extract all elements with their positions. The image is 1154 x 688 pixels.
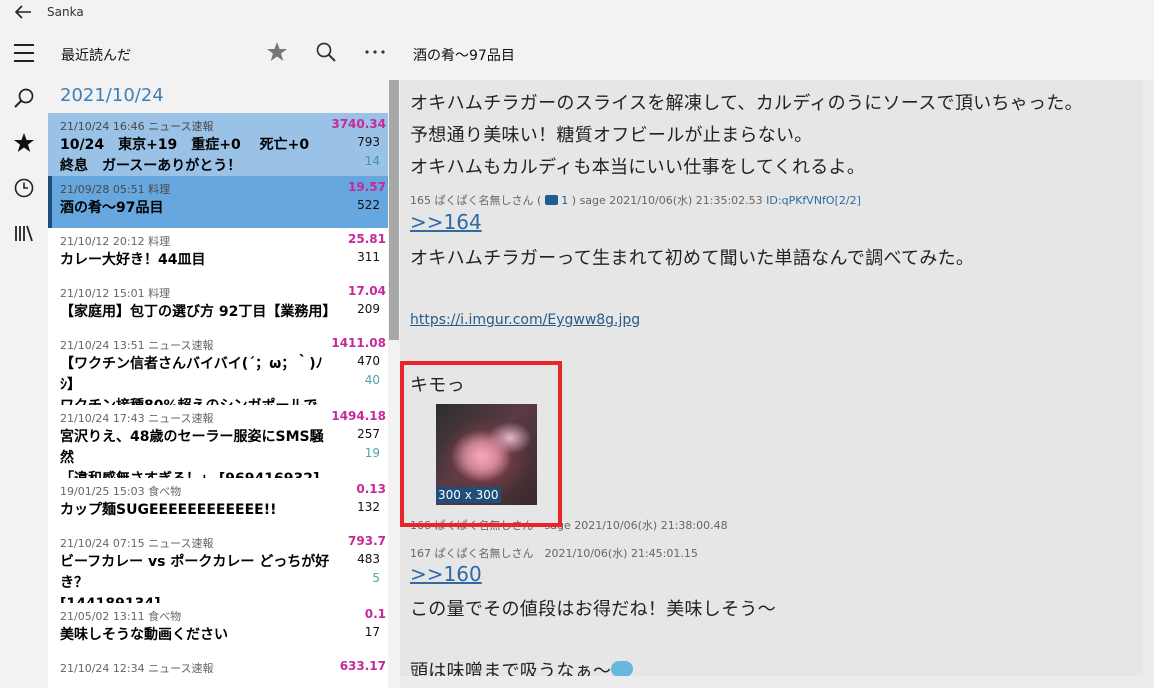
- post-header-text: ) sage 2021/10/06(水) 21:35:02.53: [571, 194, 763, 207]
- item-count: 522: [357, 198, 380, 212]
- list-item[interactable]: 21/10/24 13:51 ニュース速報 【ワクチン信者さんバイバイ(´；ω；…: [48, 332, 388, 435]
- post-header: 167 ぱくぱく名無しさん 2021/10/06(水) 21:45:01.15: [410, 547, 698, 560]
- poster-id[interactable]: ID:qPKfVNfO[2/2]: [766, 194, 861, 207]
- post-header: 165 ぱくぱく名無しさん ( 1 ) sage 2021/10/06(水) 2…: [410, 192, 861, 208]
- item-meta: 21/10/24 07:15 ニュース速報: [60, 537, 214, 550]
- nav-rail: [0, 26, 48, 688]
- post-header-text: 165 ぱくぱく名無しさん (: [410, 194, 542, 207]
- list-item[interactable]: 21/10/12 15:01 料理 【家庭用】包丁の選び方 92丁目【業務用】 …: [48, 280, 388, 332]
- item-ikioi: 25.81: [348, 232, 386, 246]
- back-arrow-icon[interactable]: [14, 4, 34, 22]
- reply-anchor-link[interactable]: >>160: [410, 562, 482, 586]
- list-item[interactable]: 19/01/25 15:03 食べ物 カップ麺SUGEEEEEEEEEEEE!!…: [48, 478, 388, 530]
- item-title: カレー大好き！44皿目: [60, 252, 206, 268]
- item-ikioi: 19.57: [348, 180, 386, 194]
- reply-bubble-icon[interactable]: [544, 195, 558, 205]
- item-title: 【家庭用】包丁の選び方 92丁目【業務用】: [60, 304, 330, 320]
- list-item[interactable]: 21/10/24 16:46 ニュース速報 10/24 東京+19 重症+0 死…: [48, 113, 388, 195]
- highlight-box: [400, 361, 562, 527]
- list-item[interactable]: 21/05/02 13:11 食べ物 美味しそうな動画ください 0.1 17: [48, 603, 388, 655]
- list-item[interactable]: 21/10/24 12:34 ニュース速報 633.17: [48, 655, 388, 688]
- item-title: 酒の肴～97品目: [60, 200, 164, 216]
- list-title: 最近読んだ: [61, 48, 131, 64]
- list-scrollbar[interactable]: [388, 80, 400, 688]
- library-icon[interactable]: [0, 213, 48, 253]
- star-icon[interactable]: [0, 123, 48, 163]
- list-item[interactable]: 21/10/24 07:15 ニュース速報 ビーフカレー vs ポークカレー ど…: [48, 530, 388, 612]
- item-meta: 21/10/12 15:01 料理: [60, 287, 171, 300]
- item-title: 美味しそうな動画ください: [60, 627, 228, 643]
- item-new-count: 5: [372, 571, 380, 585]
- item-meta: 21/10/12 20:12 料理: [60, 235, 171, 248]
- item-count: 311: [357, 250, 380, 264]
- list-item[interactable]: 21/10/24 17:43 ニュース速報 宮沢りえ、48歳のセーラー服姿にSM…: [48, 405, 388, 487]
- list-header: 最近読んだ: [48, 26, 400, 80]
- thread-scrollbar[interactable]: [1143, 80, 1154, 688]
- thread-header: 酒の肴～97品目: [400, 26, 1154, 80]
- item-count: 132: [357, 500, 380, 514]
- post-line: オキハムチラガーって生まれて初めて聞いた単語なんで調べてみた。: [410, 248, 975, 269]
- list-scroll-thumb[interactable]: [389, 80, 399, 340]
- image-url-link[interactable]: https://i.imgur.com/Eygww8g.jpg: [410, 312, 640, 328]
- hamburger-menu-icon[interactable]: [0, 33, 48, 73]
- thread-title: 酒の肴～97品目: [413, 48, 515, 64]
- item-ikioi: 1411.08: [331, 336, 386, 350]
- item-meta: 21/10/24 12:34 ニュース速報: [60, 662, 214, 675]
- item-count: 793: [357, 135, 380, 149]
- item-new-count: 40: [364, 373, 380, 387]
- item-count: 17: [364, 625, 380, 639]
- post-line: 頭は味噌まで吸うなぁ～: [410, 657, 634, 676]
- item-meta: 21/05/02 13:11 食べ物: [60, 610, 182, 623]
- list-item[interactable]: 21/09/28 05:51 料理 酒の肴～97品目 19.57 522: [48, 176, 388, 228]
- search-icon[interactable]: [0, 78, 48, 118]
- thread-list-pane: 2021/10/24 21/10/24 16:46 ニュース速報 10/24 東…: [48, 80, 388, 688]
- search-icon[interactable]: [313, 39, 339, 65]
- item-ikioi: 17.04: [348, 284, 386, 298]
- item-new-count: 14: [364, 154, 380, 168]
- item-count: 483: [357, 552, 380, 566]
- item-count: 470: [357, 354, 380, 368]
- post-line: 予想通り美味い！糖質オフビールが止まらない。: [410, 125, 813, 146]
- app-title: Sanka: [47, 5, 84, 19]
- post-line-text: 頭は味噌まで吸うなぁ～: [410, 661, 612, 676]
- item-ikioi: 633.17: [339, 659, 386, 673]
- reply-count[interactable]: 1: [561, 194, 568, 207]
- thread-horizontal-scrollbar[interactable]: [400, 676, 1143, 688]
- reply-anchor-link[interactable]: >>164: [410, 210, 482, 234]
- item-ikioi: 0.13: [356, 482, 386, 496]
- item-meta: 21/10/24 13:51 ニュース速報: [60, 339, 214, 352]
- item-count: 209: [357, 302, 380, 316]
- item-ikioi: 3740.34: [331, 117, 386, 131]
- date-group-header: 2021/10/24: [60, 85, 164, 106]
- item-new-count: 19: [364, 446, 380, 460]
- item-ikioi: 0.1: [364, 607, 386, 621]
- item-ikioi: 1494.18: [331, 409, 386, 423]
- title-bar: Sanka: [0, 0, 1154, 26]
- item-meta: 19/01/25 15:03 食べ物: [60, 485, 182, 498]
- item-ikioi: 793.7: [348, 534, 386, 548]
- post-line: この量でその値段はお得だね！美味しそう～: [410, 599, 776, 620]
- item-meta: 21/10/24 17:43 ニュース速報: [60, 412, 214, 425]
- star-icon[interactable]: [264, 39, 290, 65]
- item-title: カップ麺SUGEEEEEEEEEEEE!!: [60, 502, 277, 518]
- item-count: 257: [357, 427, 380, 441]
- post-line: オキハムもカルディも本当にいい仕事をしてくれるよ。: [410, 157, 866, 178]
- post-line: オキハムチラガーのスライスを解凍して、カルディのうにソースで頂いちゃった。: [410, 93, 1083, 114]
- clock-icon[interactable]: [0, 168, 48, 208]
- more-icon[interactable]: [362, 39, 388, 65]
- item-meta: 21/09/28 05:51 料理: [60, 183, 171, 196]
- item-meta: 21/10/24 16:46 ニュース速報: [60, 120, 214, 133]
- list-item[interactable]: 21/10/12 20:12 料理 カレー大好き！44皿目 25.81 311: [48, 228, 388, 280]
- emoji-icon: [611, 661, 634, 676]
